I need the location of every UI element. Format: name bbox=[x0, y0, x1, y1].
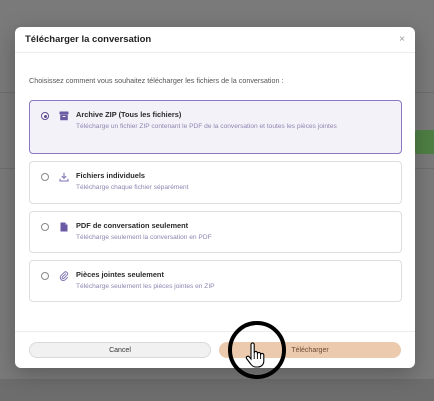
option-title: Archive ZIP (Tous les fichiers) bbox=[76, 110, 182, 119]
option-description: Télécharge seulement les pièces jointes … bbox=[76, 283, 215, 290]
background-button bbox=[414, 130, 434, 154]
hand-pointer-icon bbox=[245, 342, 265, 368]
option-pdf-only[interactable]: PDF de conversation seulement Télécharge… bbox=[29, 211, 402, 253]
archive-icon bbox=[59, 111, 69, 121]
radio-button[interactable] bbox=[41, 223, 49, 231]
option-description: Télécharge chaque fichier séparément bbox=[76, 184, 189, 191]
paperclip-icon bbox=[59, 271, 69, 281]
download-icon bbox=[59, 172, 69, 182]
footer-divider bbox=[15, 331, 415, 332]
download-dialog: Télécharger la conversation × Choisissez… bbox=[15, 27, 415, 368]
dialog-title: Télécharger la conversation bbox=[25, 34, 152, 45]
document-icon bbox=[60, 222, 68, 232]
close-icon[interactable]: × bbox=[399, 34, 405, 45]
background-footer bbox=[0, 379, 434, 401]
radio-button[interactable] bbox=[41, 272, 49, 280]
option-individual-files[interactable]: Fichiers individuels Télécharge chaque f… bbox=[29, 161, 402, 204]
instruction-text: Choisissez comment vous souhaitez téléch… bbox=[29, 76, 284, 85]
option-attachments-only[interactable]: Pièces jointes seulement Télécharge seul… bbox=[29, 260, 402, 302]
radio-button-selected[interactable] bbox=[41, 112, 49, 120]
option-zip-archive[interactable]: Archive ZIP (Tous les fichiers) Téléchar… bbox=[29, 100, 402, 154]
download-options: Archive ZIP (Tous les fichiers) Téléchar… bbox=[29, 100, 402, 309]
option-title: Fichiers individuels bbox=[76, 171, 145, 180]
option-title: PDF de conversation seulement bbox=[76, 221, 189, 230]
dialog-header: Télécharger la conversation × bbox=[15, 27, 415, 53]
option-description: Télécharge seulement la conversation en … bbox=[76, 234, 212, 241]
option-title: Pièces jointes seulement bbox=[76, 270, 164, 279]
option-description: Télécharge un fichier ZIP contenant le P… bbox=[76, 123, 337, 130]
radio-button[interactable] bbox=[41, 173, 49, 181]
cancel-button[interactable]: Cancel bbox=[29, 342, 211, 358]
